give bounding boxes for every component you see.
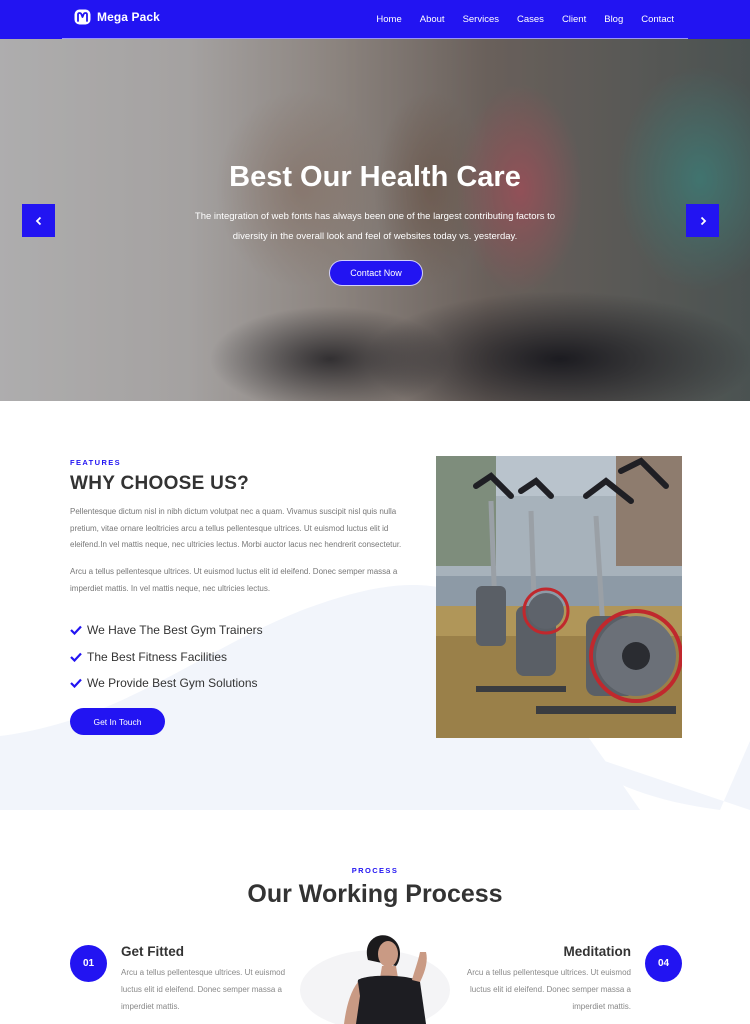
hero-text: The integration of web fonts has always … xyxy=(194,211,556,242)
features-eyebrow: FEATURES xyxy=(70,458,122,467)
gym-bikes-image xyxy=(436,456,682,738)
step-number-badge: 04 xyxy=(645,945,682,982)
check-icon xyxy=(70,652,82,662)
list-item: We Provide Best Gym Solutions xyxy=(70,670,263,697)
nav-item-cases[interactable]: Cases xyxy=(517,14,544,25)
check-icon xyxy=(70,679,82,689)
list-item: We Have The Best Gym Trainers xyxy=(70,617,263,644)
m-logo-icon xyxy=(74,9,91,25)
brand-name: Mega Pack xyxy=(97,10,160,24)
hero-title: Best Our Health Care xyxy=(229,161,521,193)
step-text: Arcu a tellus pellentesque ultrices. Ut … xyxy=(121,968,286,1011)
features-section: FEATURES WHY CHOOSE US? Pellentesque dic… xyxy=(0,401,750,810)
features-paragraph: Pellentesque dictum nisl in nibh dictum … xyxy=(70,507,402,549)
contact-now-button[interactable]: Contact Now xyxy=(329,260,423,286)
fitness-woman-image xyxy=(300,935,450,1024)
nav-item-client[interactable]: Client xyxy=(562,14,586,25)
features-title: WHY CHOOSE US? xyxy=(70,473,250,494)
chevron-left-icon xyxy=(35,216,41,225)
chevron-right-icon xyxy=(700,216,706,225)
step-number-badge: 01 xyxy=(70,945,107,982)
nav-item-home[interactable]: Home xyxy=(376,14,401,25)
nav-item-services[interactable]: Services xyxy=(463,14,499,25)
process-title: Our Working Process xyxy=(247,880,503,908)
list-item: The Best Fitness Facilities xyxy=(70,644,263,671)
checklist-label: We Have The Best Gym Trainers xyxy=(87,623,263,638)
navbar: Mega Pack Home About Services Cases Clie… xyxy=(0,0,750,39)
brand-logo[interactable]: Mega Pack xyxy=(74,9,160,25)
checklist-label: We Provide Best Gym Solutions xyxy=(87,676,258,691)
nav-divider xyxy=(62,38,688,39)
step-title: Get Fitted xyxy=(121,944,184,959)
get-in-touch-button[interactable]: Get In Touch xyxy=(70,708,165,735)
process-eyebrow: PROCESS xyxy=(351,866,399,875)
checklist-label: The Best Fitness Facilities xyxy=(87,649,228,664)
slider-prev-button[interactable] xyxy=(22,204,55,237)
check-icon xyxy=(70,626,82,636)
hero-slider: Best Our Health Care The integration of … xyxy=(0,39,750,401)
step-text: Arcu a tellus pellentesque ultrices. Ut … xyxy=(466,968,631,1011)
nav-item-contact[interactable]: Contact xyxy=(641,14,674,25)
features-checklist: We Have The Best Gym Trainers The Best F… xyxy=(70,617,263,697)
step-title: Meditation xyxy=(563,944,632,959)
nav-item-about[interactable]: About xyxy=(420,14,445,25)
features-paragraph: Arcu a tellus pellentesque ultrices. Ut … xyxy=(70,567,398,593)
slider-next-button[interactable] xyxy=(686,204,719,237)
process-section: PROCESS Our Working Process 01 Get Fitte… xyxy=(0,810,750,1024)
nav-item-blog[interactable]: Blog xyxy=(604,14,623,25)
main-menu: Home About Services Cases Client Blog Co… xyxy=(358,0,674,39)
